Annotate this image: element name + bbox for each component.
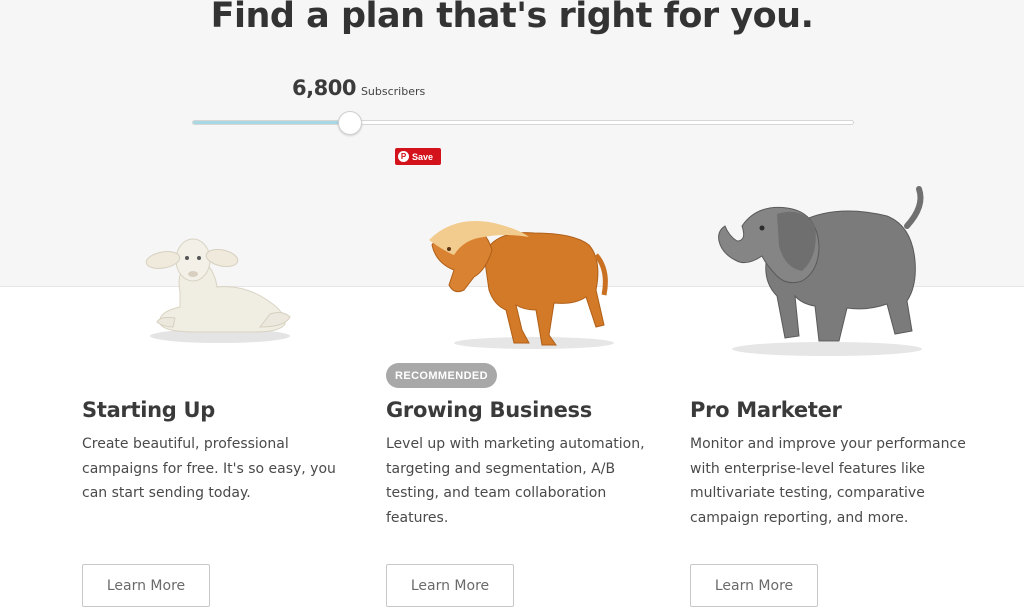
- page-title: Find a plan that's right for you.: [210, 0, 814, 36]
- plan-pro-marketer: Pro Marketer Monitor and improve your pe…: [690, 398, 975, 530]
- subscriber-readout: 6,800 Subscribers: [292, 76, 425, 100]
- subscriber-unit-label: Subscribers: [360, 85, 426, 98]
- learn-more-pro-marketer-button[interactable]: Learn More: [690, 564, 818, 607]
- plan-title: Growing Business: [386, 398, 592, 422]
- plan-growing-business: Growing Business Level up with marketing…: [386, 398, 671, 530]
- recommended-badge: RECOMMENDED: [386, 363, 497, 388]
- subscriber-slider-handle[interactable]: [338, 111, 362, 135]
- plan-description: Create beautiful, professional campaigns…: [82, 436, 336, 501]
- learn-more-starting-up-button[interactable]: Learn More: [82, 564, 210, 607]
- horse-figurine: [424, 215, 614, 355]
- learn-more-growing-business-button[interactable]: Learn More: [386, 564, 514, 607]
- subscriber-count: 6,800: [292, 76, 356, 100]
- elephant-figurine: [707, 186, 927, 361]
- plan-title: Starting Up: [82, 398, 216, 422]
- subscriber-slider-fill: [193, 121, 352, 124]
- pinterest-icon: P: [398, 151, 409, 162]
- plan-description: Monitor and improve your performance wit…: [690, 436, 966, 526]
- pinterest-save-label: Save: [412, 151, 434, 162]
- plan-title: Pro Marketer: [690, 398, 842, 422]
- plan-description: Level up with marketing automation, targ…: [386, 436, 645, 526]
- plan-starting-up: Starting Up Create beautiful, profession…: [82, 398, 367, 506]
- subscriber-slider-track[interactable]: [192, 120, 854, 125]
- lamb-figurine: [135, 232, 295, 347]
- pinterest-save-button[interactable]: P Save: [395, 148, 441, 165]
